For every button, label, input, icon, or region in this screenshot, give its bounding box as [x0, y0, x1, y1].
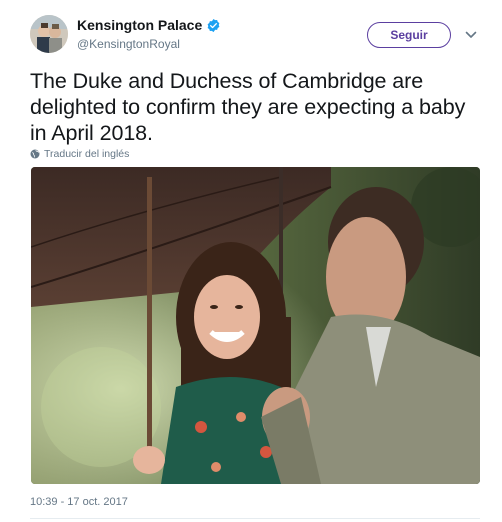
divider — [30, 518, 480, 519]
globe-icon — [30, 149, 40, 159]
translate-link[interactable]: Traducir del inglés — [30, 148, 129, 160]
verified-badge-icon — [207, 18, 220, 32]
author-avatar[interactable] — [30, 15, 68, 53]
follow-button[interactable]: Seguir — [367, 22, 451, 48]
author-name[interactable]: Kensington Palace — [77, 17, 221, 33]
tweet-text: The Duke and Duchess of Cambridge are de… — [30, 69, 466, 145]
avatar-image — [30, 15, 68, 53]
author-handle[interactable]: @KensingtonRoyal — [77, 37, 180, 51]
translate-label: Traducir del inglés — [44, 148, 130, 160]
photo-image — [31, 167, 480, 484]
tweet-photo[interactable] — [31, 167, 480, 484]
tweet-timestamp[interactable]: 10:39 - 17 oct. 2017 — [30, 496, 128, 508]
chevron-down-icon[interactable] — [464, 28, 478, 42]
tweet-card: Kensington Palace @KensingtonRoyal Segui… — [0, 0, 502, 522]
author-name-text: Kensington Palace — [77, 17, 203, 33]
